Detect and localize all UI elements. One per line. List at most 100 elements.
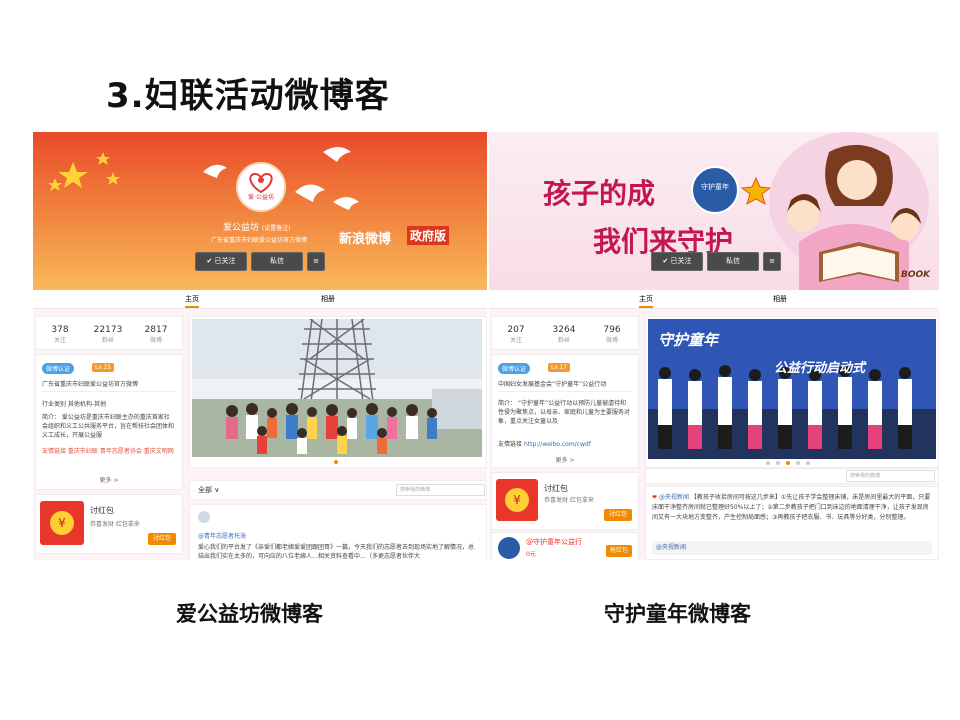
tab-home[interactable]: 主页: [639, 294, 653, 308]
search-input[interactable]: 搜索我的微博: [396, 484, 485, 496]
avatar: [498, 537, 520, 559]
stat-following[interactable]: 378 关注: [40, 325, 80, 344]
banner-badge: 政府版: [407, 226, 450, 245]
star-icon: [48, 178, 62, 191]
stat-fans[interactable]: 22173 粉丝: [88, 325, 128, 344]
link-url[interactable]: http://weibo.com/cwdf: [524, 441, 591, 448]
level-badge: Lv.15: [92, 363, 114, 372]
hongbao-title: 讨红包: [90, 506, 114, 515]
featured-photo-card: 守护童年 公益行动启动式: [645, 316, 939, 468]
hongbao-title: 讨红包: [544, 484, 568, 493]
star-icon: [58, 162, 88, 188]
carousel-dot[interactable]: [766, 461, 770, 465]
hongbao-image: ¥: [40, 501, 84, 545]
logo-text: 爱·公益坊: [248, 194, 274, 201]
stat-following[interactable]: 207 关注: [496, 325, 536, 344]
carousel-dot[interactable]: [334, 460, 338, 464]
profile-tabs: 主页 相册: [33, 290, 487, 309]
carousel-dot[interactable]: [776, 461, 780, 465]
profile-banner: 爱·公益坊 爱公益坊 (设置备注) 广东省重庆市妇联爱公益坊官方微博 新浪微博 …: [33, 132, 487, 290]
hongbao-card: ¥ 讨红包 恭喜发财 红包拿来 讨红包: [491, 472, 639, 530]
hongbao-desc: 恭喜发财 红包拿来: [90, 521, 140, 528]
stat-posts[interactable]: 2817 微博: [136, 325, 176, 344]
stat-fans[interactable]: 3264 粉丝: [544, 325, 584, 344]
post-text: ❤ @央视新闻 【教孩子收拾房间可按这几步来】①先让孩子学会整理床铺，床是房间里…: [652, 494, 931, 521]
intro-text: 简介： 爱公益坊是重庆市妇联主办的重庆首家社会组织和义工公共服务平台，旨在帮扶社…: [42, 414, 174, 439]
info-card: 微博认证 Lv.17 中国妇女发展基金会“守护童年”公益行动 简介： “守护童年…: [491, 354, 639, 468]
slide-title: 3.妇联活动微博客: [106, 76, 390, 116]
search-input[interactable]: 搜索我的微博: [846, 470, 935, 482]
links-text: 友情链接 重庆市妇联 青年志愿者协会 重庆文明网: [42, 448, 174, 455]
weibo-screenshot-right: 孩子的成 守护童年 我们来守护 BOOK ✔ 已关注 私信 ≡ 主页 相册 20…: [489, 132, 939, 560]
carousel-dot[interactable]: [796, 461, 800, 465]
carousel-dot[interactable]: [806, 461, 810, 465]
feed-post: ❤ @央视新闻 【教孩子收拾房间可按这几步来】①先让孩子学会整理床铺，床是房间里…: [645, 486, 939, 560]
caption-right: 守护童年微博客: [604, 601, 751, 626]
repost-box[interactable]: @央视新闻: [652, 541, 932, 555]
more-link[interactable]: 更多 >: [492, 455, 638, 464]
book-label: BOOK: [901, 270, 931, 280]
links-text: 友情链接 http://weibo.com/cwdf: [498, 441, 591, 448]
tab-album[interactable]: 相册: [773, 294, 787, 304]
verify-badge: 微博认证: [42, 363, 75, 374]
star-icon: [106, 172, 120, 185]
photo-subtitle: 公益行动启动式: [774, 361, 866, 376]
card2-title: @守护童年公益行: [526, 538, 582, 546]
campaign-hongbao-card: @守护童年公益行 0元 抢红包: [491, 532, 639, 560]
more-menu-button[interactable]: ≡: [307, 252, 325, 271]
avatar[interactable]: 爱·公益坊: [236, 162, 286, 212]
heart-icon: ❤: [652, 494, 658, 501]
feed-post: @青年志愿者托海 爱心我们的平台发了《亲爱们都老姨爱爱团跟团哥》一篇，今天我们的…: [189, 504, 487, 560]
profile-tabs: 主页 相册: [489, 290, 939, 309]
verify-badge: 微博认证: [498, 363, 531, 374]
filter-all[interactable]: 全部 ∨: [198, 485, 219, 495]
intro-text: 简介： “守护童年”公益行动以预防儿童被虐待和性侵为聚焦点，以母亲、家庭和儿童为…: [498, 400, 630, 425]
level-badge: Lv.17: [548, 363, 570, 372]
industry-text: 行业类别 其他机构-其他: [42, 401, 107, 408]
dove-icon: [323, 147, 351, 162]
info-card: 微博认证 Lv.15 广东省重庆市妇联爱公益坊官方微博 行业类别 其他机构-其他…: [35, 354, 183, 490]
stats-card: 378 关注 22173 粉丝 2817 微博: [35, 316, 183, 350]
avatar[interactable]: [198, 511, 210, 523]
verify-text: 中国妇女发展基金会“守护童年”公益行动: [498, 381, 607, 388]
dove-icon: [333, 197, 359, 210]
photo-title: 守护童年: [658, 331, 719, 349]
message-button[interactable]: 私信: [251, 252, 303, 271]
hongbao-button[interactable]: 讨红包: [148, 533, 176, 545]
post-user[interactable]: @央视新闻: [659, 494, 689, 501]
tab-album[interactable]: 相册: [321, 294, 335, 304]
yuan-coin-icon: ¥: [50, 511, 74, 535]
banner-text-line1: 孩子的成: [543, 177, 656, 210]
post-user[interactable]: @青年志愿者托海: [198, 531, 246, 540]
star-icon: [96, 152, 110, 165]
hongbao-card: ¥ 讨红包 恭喜发财 红包拿来 讨红包: [35, 494, 183, 554]
message-button[interactable]: 私信: [707, 252, 759, 271]
hongbao-desc: 恭喜发财 红包拿来: [544, 497, 594, 504]
stats-card: 207 关注 3264 粉丝 796 微博: [491, 316, 639, 350]
follow-button[interactable]: ✔ 已关注: [195, 252, 247, 271]
mother-reading-illustration: [769, 132, 929, 290]
profile-bio: 广东省重庆市妇联爱公益坊官方微博: [211, 237, 308, 244]
grab-hongbao-button[interactable]: 抢红包: [606, 545, 632, 557]
yuan-coin-icon: ¥: [505, 488, 529, 512]
card2-sub: 0元: [526, 551, 536, 558]
profile-name: 爱公益坊 (设置备注): [223, 223, 291, 233]
more-menu-button[interactable]: ≡: [763, 252, 781, 271]
dove-icon: [203, 164, 227, 178]
hongbao-image: ¥: [496, 479, 538, 521]
hongbao-button[interactable]: 讨红包: [604, 509, 632, 521]
follow-button[interactable]: ✔ 已关注: [651, 252, 703, 271]
weibo-screenshot-left: 爱·公益坊 爱公益坊 (设置备注) 广东省重庆市妇联爱公益坊官方微博 新浪微博 …: [33, 132, 487, 560]
feed-filter-bar: 全部 ∨ 搜索我的微博: [189, 480, 487, 500]
profile-banner: 孩子的成 守护童年 我们来守护 BOOK ✔ 已关注 私信 ≡: [489, 132, 939, 290]
feed-filter-bar: 搜索我的微博: [645, 468, 939, 484]
verify-text: 广东省重庆市妇联爱公益坊官方微博: [42, 381, 139, 388]
more-link[interactable]: 更多 >: [36, 475, 182, 484]
avatar[interactable]: 守护童年: [691, 166, 739, 214]
caption-left: 爱公益坊微博客: [176, 601, 323, 626]
carousel-dot[interactable]: [786, 461, 790, 465]
stat-posts[interactable]: 796 微博: [592, 325, 632, 344]
tab-home[interactable]: 主页: [185, 294, 199, 308]
tower-photo[interactable]: [192, 319, 487, 461]
dove-icon: [295, 184, 325, 202]
